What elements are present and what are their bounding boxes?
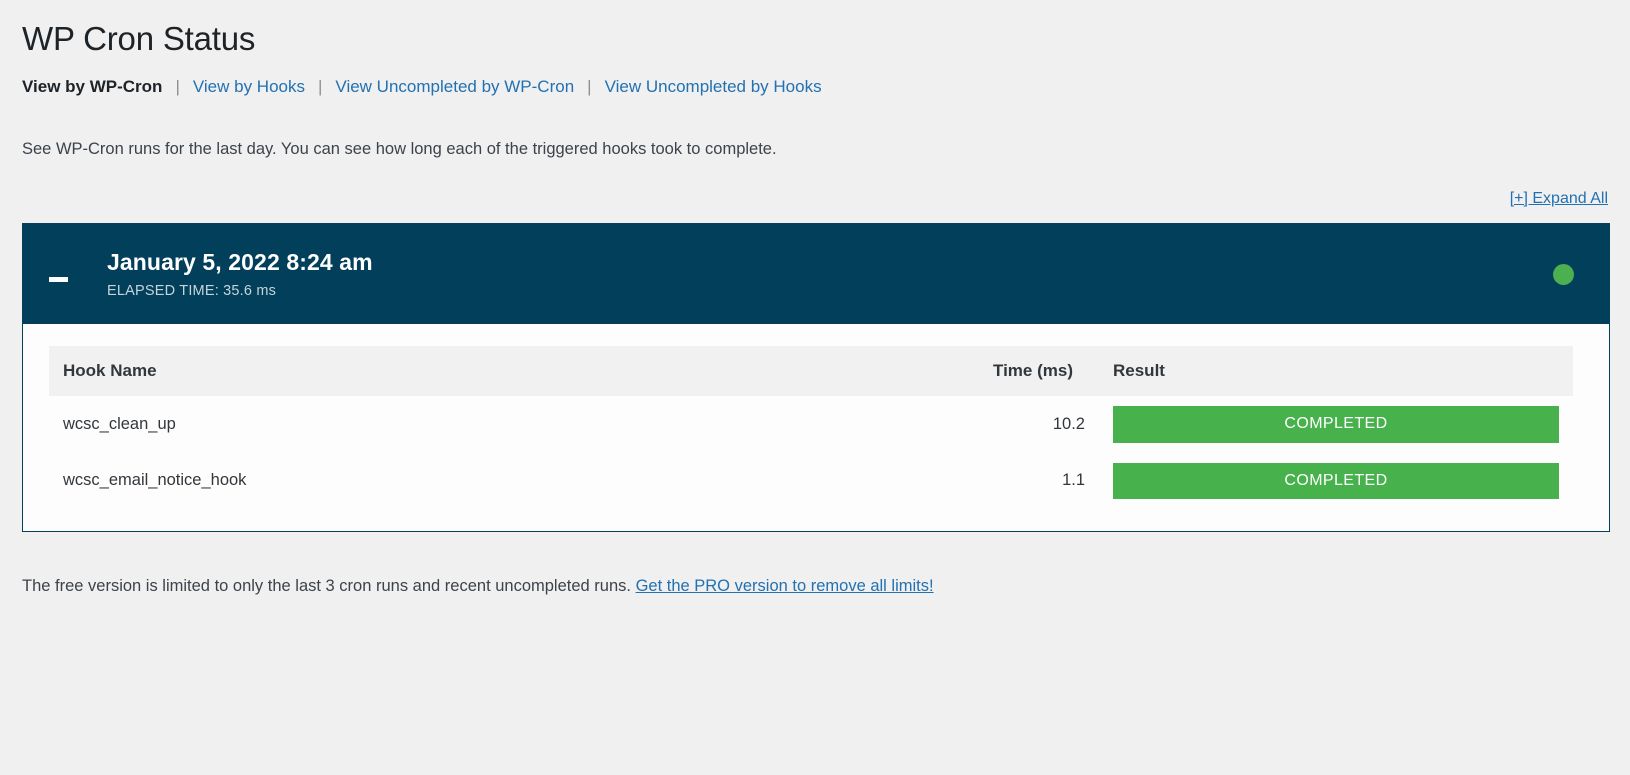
collapse-minus-bar: [49, 276, 68, 282]
hooks-table-head: Hook Name Time (ms) Result: [49, 346, 1573, 396]
hooks-table-header-row: Hook Name Time (ms) Result: [49, 346, 1573, 396]
expand-all-row: [+] Expand All: [22, 162, 1610, 208]
subnav-item-view-uncompleted-by-hooks[interactable]: View Uncompleted by Hooks: [605, 77, 822, 97]
subnav-separator-3: |: [587, 77, 592, 97]
cell-time: 1.1: [979, 452, 1099, 510]
subnav-separator-1: |: [175, 77, 180, 97]
footer-note: The free version is limited to only the …: [22, 532, 1610, 599]
subnav-separator-2: |: [318, 77, 323, 97]
cron-run-header[interactable]: January 5, 2022 8:24 am ELAPSED TIME: 35…: [23, 224, 1609, 324]
page-description: See WP-Cron runs for the last day. You c…: [22, 140, 777, 159]
status-indicator-dot: [1553, 263, 1574, 285]
cron-run-elapsed-time: ELAPSED TIME: 35.6 ms: [107, 283, 277, 300]
subnav-item-view-by-wp-cron[interactable]: View by WP-Cron: [22, 77, 162, 97]
table-row: wcsc_clean_up 10.2 COMPLETED: [49, 396, 1573, 453]
footer-note-text: The free version is limited to only the …: [22, 577, 636, 596]
column-header-hook-name: Hook Name: [49, 346, 979, 396]
expand-all-link[interactable]: [+] Expand All: [1510, 190, 1608, 207]
column-header-result: Result: [1099, 346, 1573, 396]
hooks-table-body: wcsc_clean_up 10.2 COMPLETED wcsc_email_…: [49, 396, 1573, 510]
page-container: WP Cron Status View by WP-Cron | View by…: [0, 0, 1630, 599]
subnav-item-view-uncompleted-by-wp-cron[interactable]: View Uncompleted by WP-Cron: [335, 77, 574, 97]
status-badge: COMPLETED: [1113, 406, 1559, 443]
table-row: wcsc_email_notice_hook 1.1 COMPLETED: [49, 452, 1573, 510]
status-badge: COMPLETED: [1113, 462, 1559, 500]
cron-run-panel: January 5, 2022 8:24 am ELAPSED TIME: 35…: [22, 223, 1610, 533]
cron-run-date: January 5, 2022 8:24 am: [107, 248, 373, 275]
cell-result: COMPLETED: [1099, 452, 1573, 510]
subnav: View by WP-Cron | View by Hooks | View U…: [22, 65, 1610, 99]
subnav-item-view-by-hooks[interactable]: View by Hooks: [193, 77, 305, 97]
page-title: WP Cron Status: [22, 20, 256, 57]
cron-run-body: Hook Name Time (ms) Result wcsc_clean_up…: [23, 324, 1609, 532]
column-header-time: Time (ms): [979, 346, 1099, 396]
cell-time: 10.2: [979, 396, 1099, 453]
collapse-minus-icon[interactable]: [49, 255, 73, 303]
hooks-table: Hook Name Time (ms) Result wcsc_clean_up…: [49, 346, 1573, 510]
cell-hook-name: wcsc_clean_up: [49, 396, 979, 453]
cell-result: COMPLETED: [1099, 396, 1573, 453]
pro-version-link[interactable]: Get the PRO version to remove all limits…: [636, 577, 934, 595]
cron-run-header-text: January 5, 2022 8:24 am ELAPSED TIME: 35…: [107, 249, 1553, 300]
cell-hook-name: wcsc_email_notice_hook: [49, 452, 979, 510]
